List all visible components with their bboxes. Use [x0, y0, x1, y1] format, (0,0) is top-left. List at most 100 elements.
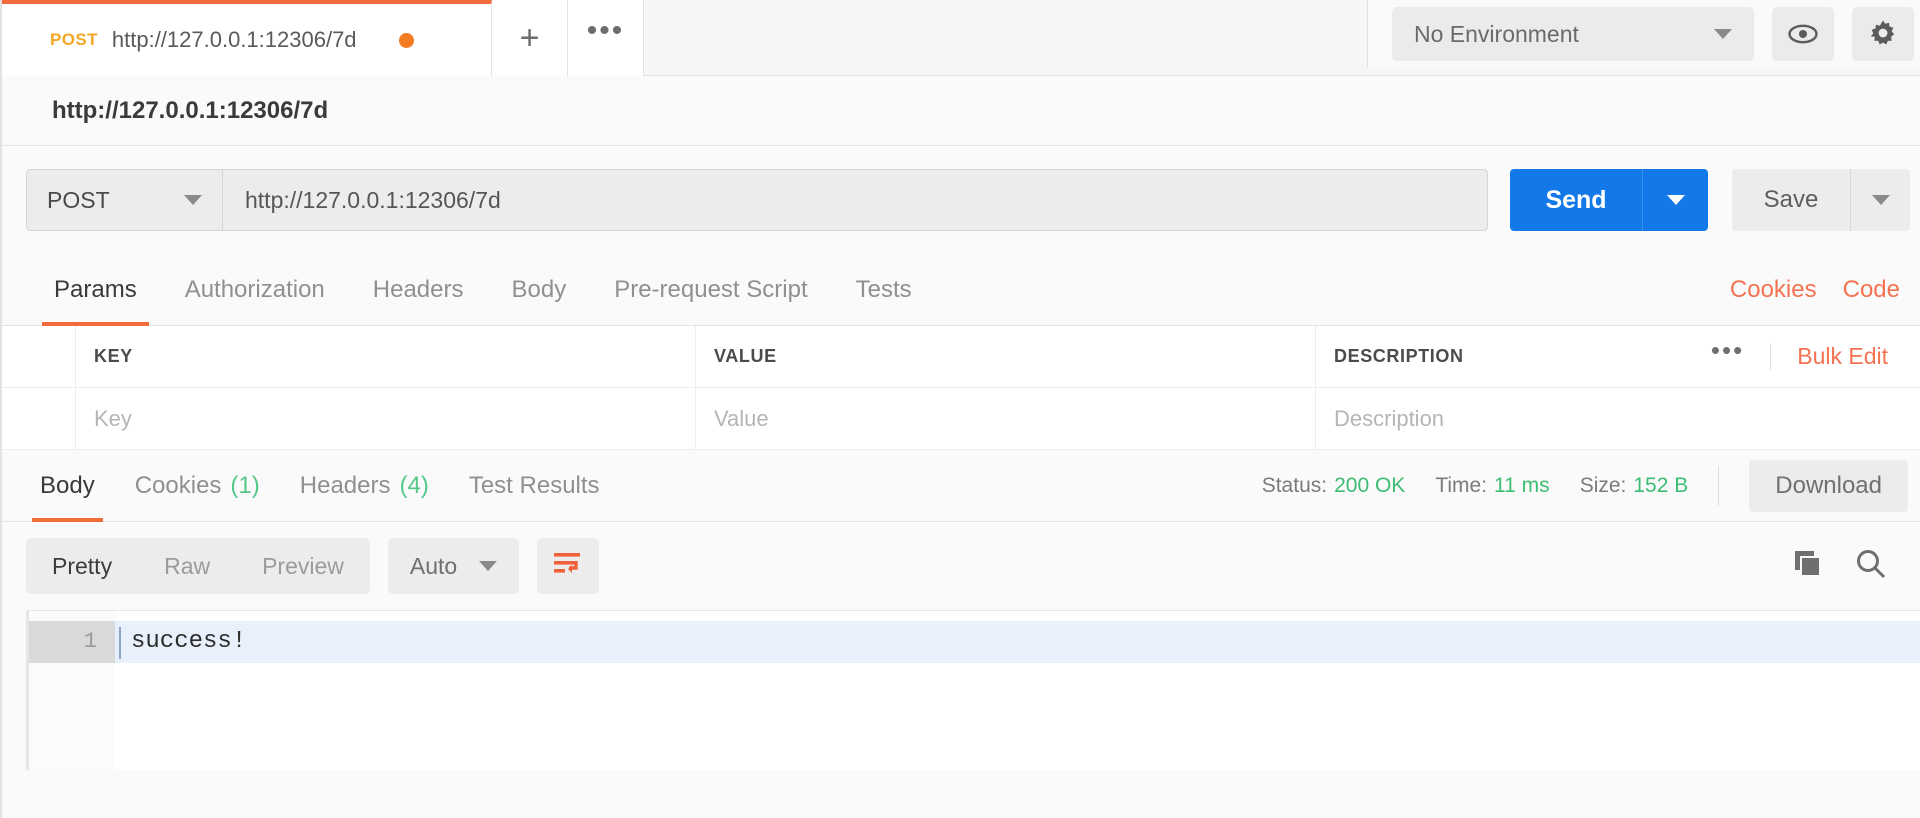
- params-table-row: Key Value Description: [2, 388, 1920, 450]
- download-button[interactable]: Download: [1749, 459, 1908, 512]
- params-row-checkbox-cell[interactable]: [2, 388, 76, 449]
- response-tab-cookies-count: (1): [230, 471, 260, 499]
- params-description-placeholder: Description: [1334, 405, 1445, 431]
- response-body-line: success!: [115, 621, 1920, 663]
- params-value-placeholder: Value: [714, 405, 769, 431]
- search-icon: [1854, 549, 1888, 585]
- response-format-label: Auto: [409, 552, 458, 579]
- params-header-key-label: KEY: [94, 346, 133, 366]
- response-tab-cookies-label: Cookies: [134, 471, 222, 499]
- tab-params[interactable]: Params: [30, 254, 161, 326]
- response-tab-body[interactable]: Body: [20, 450, 115, 522]
- line-number-gutter: 1: [29, 611, 115, 770]
- tab-tests[interactable]: Tests: [832, 254, 936, 326]
- chevron-down-icon: [1714, 29, 1732, 39]
- url-input[interactable]: http://127.0.0.1:12306/7d: [222, 169, 1488, 231]
- response-tab-headers[interactable]: Headers (4): [280, 450, 449, 522]
- new-tab-button[interactable]: +: [492, 0, 568, 76]
- bulk-edit-button[interactable]: Bulk Edit: [1771, 343, 1902, 370]
- response-tab-test-results-label: Test Results: [468, 471, 600, 499]
- response-format-selector[interactable]: Auto: [387, 538, 520, 594]
- send-options-button[interactable]: [1642, 169, 1708, 231]
- gear-icon: [1867, 18, 1899, 50]
- send-button[interactable]: Send: [1510, 169, 1642, 231]
- save-options-button[interactable]: [1850, 169, 1910, 231]
- status-badge: Status: 200 OK: [1262, 474, 1406, 498]
- response-tab-cookies[interactable]: Cookies (1): [115, 450, 280, 522]
- response-body-editor[interactable]: 1 success!: [26, 610, 1920, 770]
- tab-pre-request-script[interactable]: Pre-request Script: [590, 254, 831, 326]
- response-view-toolbar: Pretty Raw Preview Auto: [2, 522, 1920, 610]
- environment-selector[interactable]: No Environment: [1392, 7, 1754, 61]
- params-value-input[interactable]: Value: [696, 388, 1316, 449]
- time-value: 11 ms: [1494, 473, 1550, 497]
- response-tab-body-label: Body: [40, 471, 95, 499]
- tab-body[interactable]: Body: [488, 254, 591, 326]
- environment-quick-look-button[interactable]: [1772, 7, 1834, 61]
- view-mode-preview[interactable]: Preview: [236, 538, 370, 594]
- params-header-description-label: DESCRIPTION: [1334, 346, 1464, 366]
- request-section-tabs: Params Authorization Headers Body Pre-re…: [2, 254, 1920, 326]
- search-button[interactable]: [1854, 547, 1888, 586]
- http-method-label: POST: [47, 186, 110, 213]
- response-tab-headers-label: Headers: [299, 471, 391, 499]
- send-button-group: Send: [1510, 169, 1708, 231]
- request-tab-url: http://127.0.0.1:12306/7d: [111, 27, 357, 52]
- params-table: KEY VALUE DESCRIPTION ••• Bulk Edit Key …: [2, 326, 1920, 450]
- status-label: Status:: [1261, 473, 1328, 497]
- word-wrap-icon: [552, 551, 584, 582]
- cookies-link[interactable]: Cookies: [1730, 276, 1817, 304]
- params-header-key: KEY: [76, 326, 696, 387]
- tab-authorization[interactable]: Authorization: [161, 254, 349, 326]
- response-view-actions: [1792, 547, 1898, 586]
- params-select-all-cell: [2, 326, 76, 387]
- http-method-selector[interactable]: POST: [26, 169, 222, 231]
- chevron-down-icon: [479, 561, 498, 571]
- response-body-content: success!: [115, 611, 1920, 770]
- size-value: 152 B: [1633, 473, 1689, 497]
- meta-divider: [1718, 465, 1720, 506]
- save-button[interactable]: Save: [1732, 169, 1850, 231]
- size-badge: Size: 152 B: [1580, 474, 1689, 498]
- request-tab-active[interactable]: POST http://127.0.0.1:12306/7d: [2, 0, 492, 76]
- settings-button[interactable]: [1852, 7, 1914, 61]
- postman-window: POST http://127.0.0.1:12306/7d + ••• No …: [0, 0, 1920, 818]
- response-view-mode-group: Pretty Raw Preview: [26, 538, 370, 594]
- url-input-value: http://127.0.0.1:12306/7d: [245, 186, 501, 213]
- params-key-placeholder: Key: [94, 405, 132, 431]
- status-value: 200 OK: [1334, 473, 1406, 497]
- view-mode-raw[interactable]: Raw: [138, 538, 236, 594]
- chevron-down-icon: [184, 195, 202, 205]
- eye-icon: [1788, 24, 1818, 44]
- tab-headers[interactable]: Headers: [349, 254, 488, 326]
- unsaved-changes-dot-icon: [398, 32, 414, 48]
- params-header-value-label: VALUE: [714, 346, 777, 366]
- save-button-group: Save: [1732, 169, 1910, 231]
- request-tabs-links: Cookies Code: [1730, 276, 1920, 304]
- tab-options-button[interactable]: •••: [568, 0, 644, 76]
- time-label: Time:: [1435, 473, 1488, 497]
- url-bar: POST http://127.0.0.1:12306/7d Send Save: [2, 146, 1920, 254]
- params-description-input[interactable]: Description: [1316, 388, 1920, 449]
- request-tab-method: POST: [50, 30, 98, 49]
- line-number: 1: [29, 621, 115, 663]
- copy-icon: [1792, 550, 1824, 584]
- params-header-description: DESCRIPTION ••• Bulk Edit: [1316, 326, 1920, 387]
- params-more-options-button[interactable]: •••: [1685, 337, 1772, 371]
- code-link[interactable]: Code: [1843, 276, 1900, 304]
- params-key-input[interactable]: Key: [76, 388, 696, 449]
- time-badge: Time: 11 ms: [1435, 474, 1549, 498]
- response-tab-headers-count: (4): [399, 471, 429, 499]
- request-name: http://127.0.0.1:12306/7d: [52, 96, 329, 124]
- view-mode-pretty[interactable]: Pretty: [26, 538, 138, 594]
- request-name-row: http://127.0.0.1:12306/7d: [2, 76, 1920, 146]
- chevron-down-icon: [1666, 195, 1685, 205]
- word-wrap-button[interactable]: [537, 538, 600, 594]
- response-meta: Status: 200 OK Time: 11 ms Size: 152 B Down…: [1262, 459, 1920, 512]
- environment-zone: No Environment: [1367, 0, 1920, 68]
- params-header-tools: ••• Bulk Edit: [1685, 337, 1902, 371]
- copy-button[interactable]: [1792, 548, 1824, 585]
- params-table-header-row: KEY VALUE DESCRIPTION ••• Bulk Edit: [2, 326, 1920, 388]
- response-tab-test-results[interactable]: Test Results: [449, 450, 620, 522]
- response-section-bar: Body Cookies (1) Headers (4) Test Result…: [2, 450, 1920, 522]
